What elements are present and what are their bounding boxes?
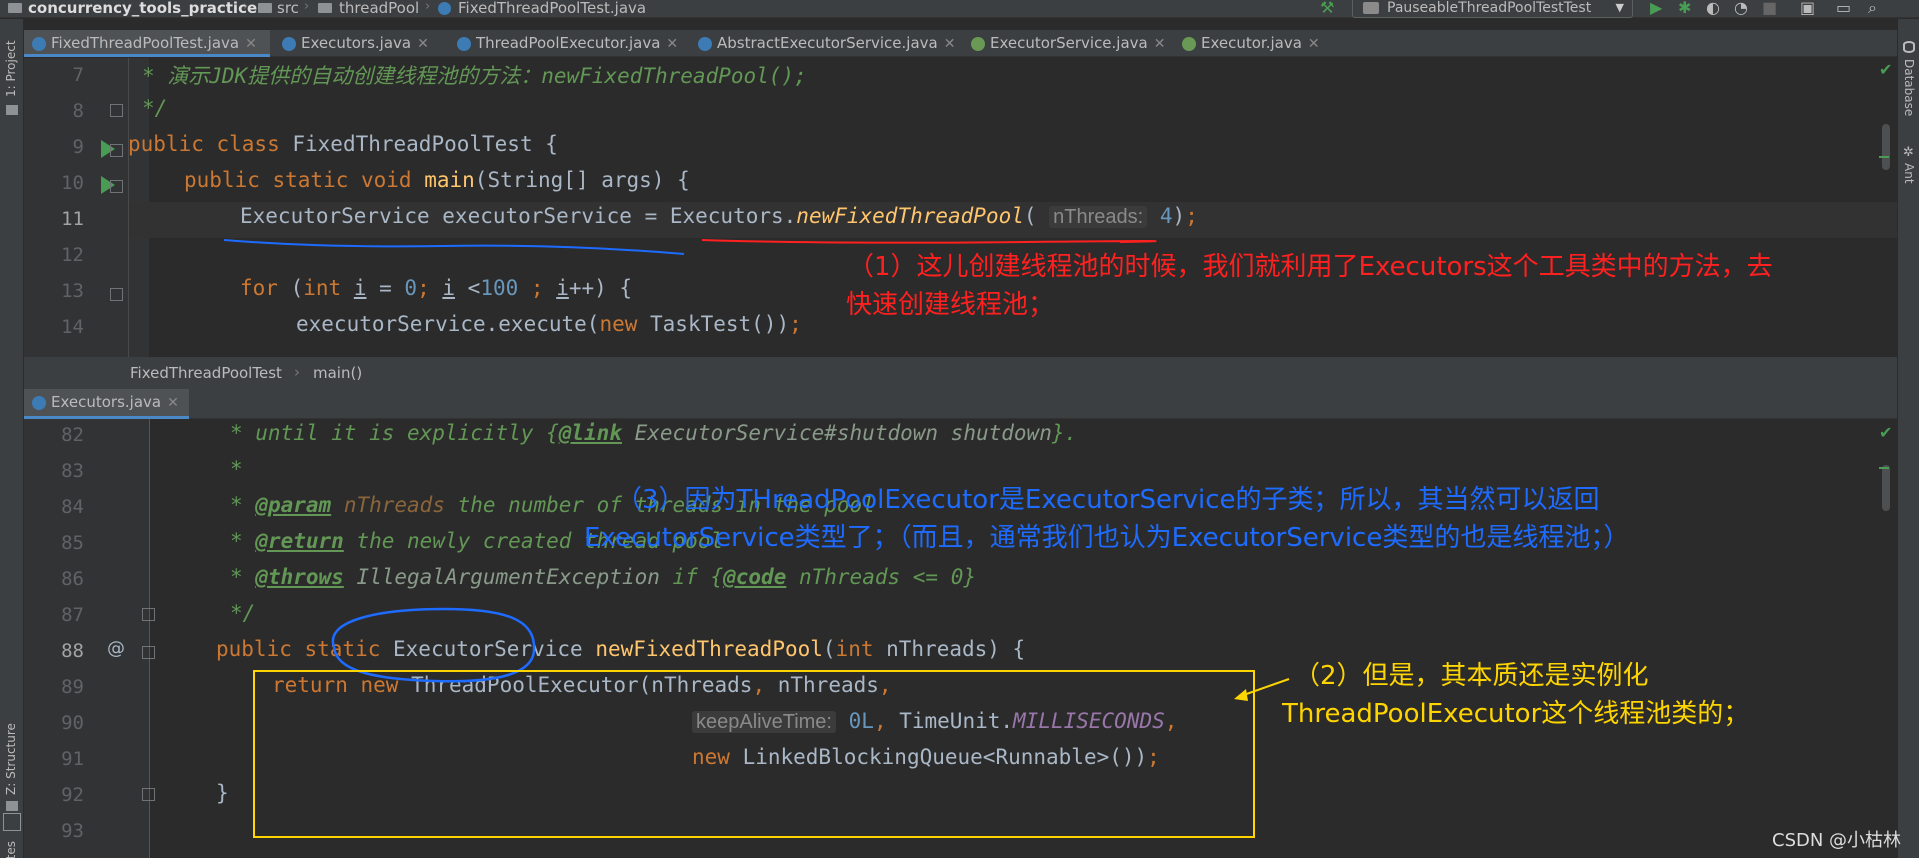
bottom-tab-bar: Executors.java ✕ [24,389,1897,419]
nav-package[interactable]: threadPool [339,0,419,17]
ant-icon: ✲ [1903,145,1914,160]
annotation-note-3-line-2: ExecutorService类型了；（而且，通常我们也认为ExecutorSe… [584,523,1630,553]
folder-icon [258,3,272,13]
editor-tab-bar: FixedThreadPoolTest.java ✕ Executors.java… [24,30,1897,57]
package-icon [318,3,332,13]
tab-label: AbstractExecutorService.java [717,34,938,52]
bottom-editor[interactable]: 82 83 84 85 86 87 88 89 90 91 92 93 @ * … [24,419,1897,858]
right-tool-strip: Database ✲ Ant [1897,19,1919,858]
tab-executors[interactable]: Executors.java ✕ [274,30,452,57]
tab-fixedthreadpooltest[interactable]: FixedThreadPoolTest.java ✕ [24,30,270,57]
structure-icon [6,801,18,811]
search-icon[interactable]: ⌕ [1868,0,1877,16]
class-icon [282,37,296,51]
structure-tool-button[interactable]: Z: Structure [4,723,18,795]
close-icon[interactable]: ✕ [944,36,956,52]
run-configuration-label: PauseableThreadPoolTestTest [1387,0,1592,16]
blue-underline [223,239,685,255]
chevron-right-icon: › [425,0,431,14]
database-icon [1903,41,1915,53]
breadcrumb-method[interactable]: main() [313,364,362,382]
class-icon [32,396,46,410]
database-tool-button[interactable]: Database [1902,59,1916,116]
annotation-note-1-line-2: 快速创建线程池； [846,290,1055,320]
close-icon[interactable]: ✕ [167,395,179,411]
tab-label: ThreadPoolExecutor.java [476,34,661,52]
annotation-note-1-line-1: （1）这儿创建线程池的时候，我们就利用了Executors这个工具类中的方法，去 [848,252,1773,282]
nav-project[interactable]: concurrency_tools_practice [28,0,257,17]
red-underline [701,239,1157,244]
nav-src[interactable]: src [277,0,299,17]
annotation-note-3-line-1: （3）因为THreadPoolExecutor是ExecutorService的… [616,485,1600,515]
tab-abstractexecutorservice[interactable]: AbstractExecutorService.java ✕ [690,30,974,57]
chevron-right-icon: › [294,363,300,381]
interface-icon [971,37,985,51]
annotation-note-2-line-1: （2）但是，其本质还是实例化 [1294,661,1649,691]
debug-icon[interactable]: ✱ [1678,0,1691,16]
chevron-down-icon: ▼ [1615,1,1624,14]
yellow-arrow-head [1234,689,1248,701]
profile-icon[interactable]: ◔ [1734,0,1748,16]
tab-label: Executor.java [1201,34,1302,52]
frame-icon[interactable]: ▭ [1836,0,1851,16]
tab-label: Executors.java [51,393,162,411]
nav-file[interactable]: FixedThreadPoolTest.java [458,0,646,17]
ant-tool-button[interactable]: Ant [1902,163,1916,184]
class-icon [438,2,451,15]
class-icon [457,37,471,51]
tab-label: Executors.java [301,34,412,52]
breadcrumb-class[interactable]: FixedThreadPoolTest [130,364,282,382]
chevron-right-icon: › [243,0,249,14]
interface-icon [1182,37,1196,51]
code-breadcrumb-bar: FixedThreadPoolTest › main() [24,357,1897,389]
watermark: CSDN @小枯林 [1772,830,1902,851]
close-icon[interactable]: ✕ [666,36,678,52]
run-icon[interactable]: ▶ [1650,0,1662,16]
tab-label: FixedThreadPoolTest.java [51,34,240,52]
project-folder-icon [8,3,22,13]
tab-label: ExecutorService.java [990,34,1148,52]
project-structure-icon[interactable]: ▣ [1800,0,1815,16]
close-icon[interactable]: ✕ [417,36,429,52]
tab-executorservice[interactable]: ExecutorService.java ✕ [963,30,1191,57]
class-icon [32,37,46,51]
coverage-icon[interactable]: ◐ [1706,0,1720,16]
left-tool-strip: 1: Project Z: Structure orites [0,19,24,858]
top-editor[interactable]: 7 8 9 10 11 12 13 14 * 演示JDK提供的自动创建线程池的方… [24,58,1897,357]
navigation-bar: concurrency_tools_practice › src › threa… [0,0,1919,18]
stop-icon[interactable]: ■ [1762,0,1777,16]
project-tool-button[interactable]: 1: Project [4,40,18,97]
annotation-note-2-line-2: ThreadPoolExecutor这个线程池类的； [1282,699,1750,729]
hammer-build-icon[interactable]: ⚒ [1320,0,1334,16]
tab-threadpoolexecutor[interactable]: ThreadPoolExecutor.java ✕ [449,30,714,57]
favorites-tool-button[interactable] [3,813,21,831]
yellow-box [253,670,1255,838]
close-icon[interactable]: ✕ [245,36,257,52]
tab-executor[interactable]: Executor.java ✕ [1174,30,1354,57]
class-icon [698,37,712,51]
project-folder-icon [6,105,18,115]
close-icon[interactable]: ✕ [1308,36,1320,52]
tab-executors-bottom[interactable]: Executors.java ✕ [24,389,189,419]
chevron-right-icon: › [304,0,310,14]
run-configuration-select[interactable]: PauseableThreadPoolTestTest ▼ [1352,0,1633,18]
favorites-tool-label: orites [4,841,18,858]
junit-config-icon [1363,2,1379,14]
close-icon[interactable]: ✕ [1154,36,1166,52]
